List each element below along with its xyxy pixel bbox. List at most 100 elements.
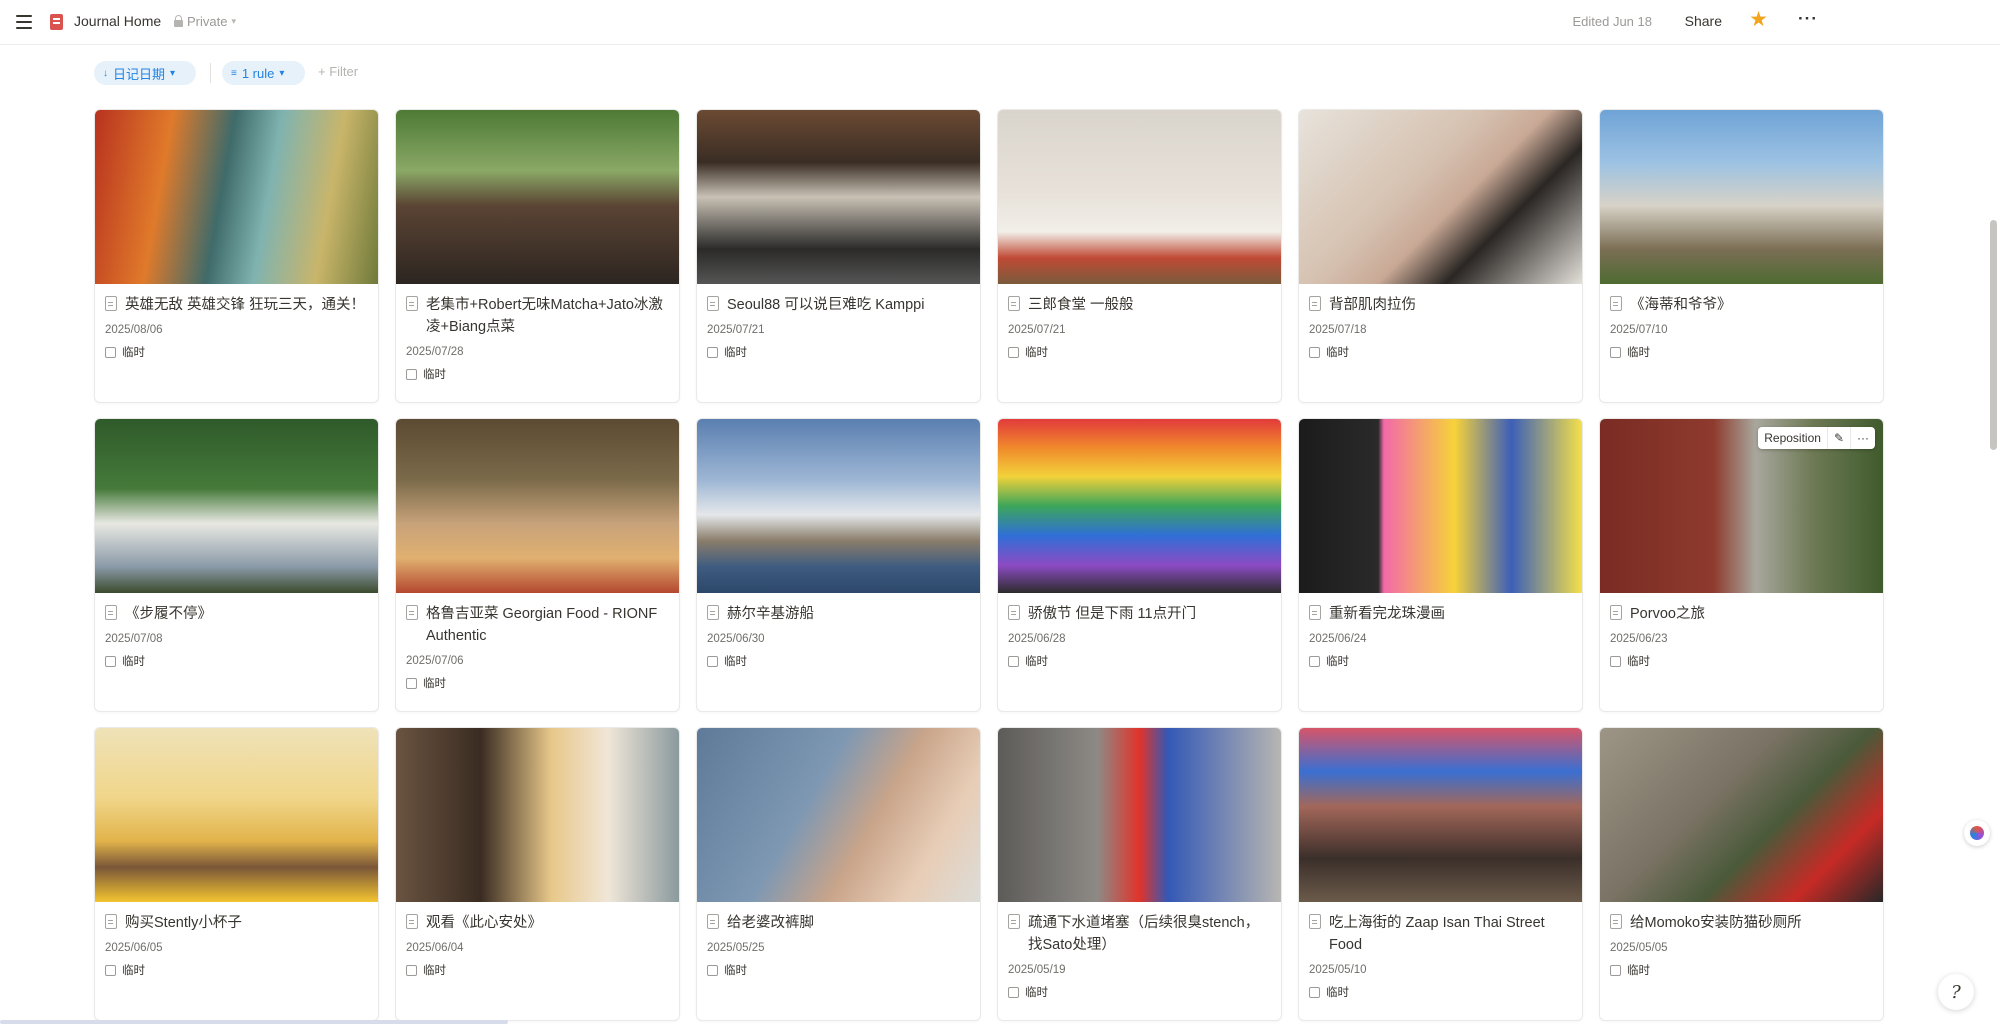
card-date: 2025/05/05	[1610, 942, 1668, 954]
temporary-checkbox[interactable]	[406, 368, 417, 380]
temporary-checkbox[interactable]	[105, 655, 116, 667]
temporary-checkbox[interactable]	[707, 346, 718, 358]
card-cover-image	[697, 419, 980, 593]
card-title: 《步履不停》	[125, 606, 212, 622]
card-date: 2025/07/21	[707, 324, 765, 336]
card-body: 给Momoko安装防猫砂厕所 2025/05/05 临时	[1600, 902, 1883, 978]
checkbox-label: 临时	[122, 656, 145, 668]
gallery-card[interactable]: 吃上海街的 Zaap Isan Thai Street Food 2025/05/…	[1298, 727, 1583, 1021]
filter-rule-chip[interactable]: ≡ 1 rule ▾	[222, 61, 305, 85]
page-document-icon	[707, 296, 719, 311]
card-date: 2025/07/08	[105, 633, 163, 645]
checkbox-label: 临时	[1025, 656, 1048, 668]
page-document-icon	[1309, 605, 1321, 620]
temporary-checkbox[interactable]	[1008, 986, 1019, 998]
privacy-label: Private	[187, 14, 228, 29]
temporary-checkbox[interactable]	[1309, 655, 1320, 667]
gallery-card[interactable]: 《步履不停》 2025/07/08 临时	[94, 418, 379, 712]
temporary-checkbox[interactable]	[1610, 964, 1621, 976]
hamburger-menu-icon[interactable]	[14, 12, 34, 32]
card-title-row: 《步履不停》	[105, 603, 368, 625]
card-cover-image	[1299, 110, 1582, 284]
card-date: 2025/07/21	[1008, 324, 1066, 336]
temporary-checkbox[interactable]	[1309, 346, 1320, 358]
card-date: 2025/06/23	[1610, 633, 1668, 645]
temporary-checkbox[interactable]	[707, 964, 718, 976]
gallery-card[interactable]: 老集市+Robert无味Matcha+Jato冰激凌+Biang点菜 2025/0…	[395, 109, 680, 403]
temporary-checkbox[interactable]	[1610, 655, 1621, 667]
more-options-icon[interactable]: ···	[1798, 9, 1818, 29]
card-cover-image	[697, 728, 980, 902]
privacy-selector[interactable]: Private ▾	[174, 14, 236, 29]
card-title-row: 赫尔辛基游船	[707, 603, 970, 625]
card-body: 骄傲节 但是下雨 11点开门 2025/06/28 临时	[998, 593, 1281, 669]
gallery-card[interactable]: 给老婆改裤脚 2025/05/25 临时	[696, 727, 981, 1021]
favorite-star-icon[interactable]: ★	[1749, 9, 1768, 30]
card-title-row: 给Momoko安装防猫砂厕所	[1610, 912, 1873, 934]
card-checkbox-row: 临时	[1610, 962, 1873, 978]
cover-toolbar: Reposition ✎ ···	[1758, 427, 1875, 449]
share-button[interactable]: Share	[1685, 13, 1722, 29]
gallery-card[interactable]: 英雄无敌 英雄交锋 狂玩三天，通关！ 2025/08/06 临时	[94, 109, 379, 403]
page-document-icon	[1008, 296, 1020, 311]
horizontal-scrollbar-thumb[interactable]	[0, 1020, 508, 1024]
page-document-icon	[1008, 605, 1020, 620]
gallery-card[interactable]: 《海蒂和爷爷》 2025/07/10 临时	[1599, 109, 1884, 403]
card-date: 2025/05/19	[1008, 964, 1066, 976]
page-document-icon	[105, 914, 117, 929]
temporary-checkbox[interactable]	[406, 964, 417, 976]
card-title: Porvoo之旅	[1630, 606, 1705, 622]
gallery-card[interactable]: 观看《此心安处》 2025/06/04 临时	[395, 727, 680, 1021]
gallery-card[interactable]: 疏通下水道堵塞（后续很臭stench，找Sato处理） 2025/05/19 临时	[997, 727, 1282, 1021]
temporary-checkbox[interactable]	[406, 677, 417, 689]
card-title: 老集市+Robert无味Matcha+Jato冰激凌+Biang点菜	[426, 297, 663, 335]
checkbox-label: 临时	[1326, 347, 1349, 359]
cover-more-icon[interactable]: ···	[1851, 427, 1875, 449]
card-checkbox-row: 临时	[406, 675, 669, 691]
gallery-card[interactable]: 背部肌肉拉伤 2025/07/18 临时	[1298, 109, 1583, 403]
page-document-icon	[707, 605, 719, 620]
lock-icon	[174, 15, 183, 27]
temporary-checkbox[interactable]	[1610, 346, 1621, 358]
breadcrumb-page-title[interactable]: Journal Home	[74, 13, 161, 29]
temporary-checkbox[interactable]	[1008, 346, 1019, 358]
gallery-card[interactable]: Seoul88 可以说巨难吃 Kamppi 2025/07/21 临时	[696, 109, 981, 403]
temporary-checkbox[interactable]	[1008, 655, 1019, 667]
ai-assistant-icon[interactable]	[1964, 820, 1990, 846]
gallery-card[interactable]: 给Momoko安装防猫砂厕所 2025/05/05 临时	[1599, 727, 1884, 1021]
card-date: 2025/06/04	[406, 942, 464, 954]
card-body: 吃上海街的 Zaap Isan Thai Street Food 2025/05/…	[1299, 902, 1582, 1000]
reposition-button[interactable]: Reposition	[1758, 427, 1828, 449]
temporary-checkbox[interactable]	[707, 655, 718, 667]
card-date: 2025/06/28	[1008, 633, 1066, 645]
gallery-card[interactable]: 三郎食堂 一般般 2025/07/21 临时	[997, 109, 1282, 403]
gallery-card[interactable]: Reposition ✎ ··· Porvoo之旅 2025/06/23 临时	[1599, 418, 1884, 712]
card-checkbox-row: 临时	[406, 962, 669, 978]
card-checkbox-row: 临时	[1610, 344, 1873, 360]
edit-pencil-icon[interactable]: ✎	[1828, 427, 1851, 449]
temporary-checkbox[interactable]	[105, 964, 116, 976]
checkbox-label: 临时	[122, 347, 145, 359]
temporary-checkbox[interactable]	[105, 346, 116, 358]
card-checkbox-row: 临时	[105, 344, 368, 360]
gallery-card[interactable]: 格鲁吉亚菜 Georgian Food - RIONF Authentic 202…	[395, 418, 680, 712]
checkbox-label: 临时	[423, 965, 446, 977]
card-checkbox-row: 临时	[105, 962, 368, 978]
temporary-checkbox[interactable]	[1309, 986, 1320, 998]
card-body: 三郎食堂 一般般 2025/07/21 临时	[998, 284, 1281, 360]
card-body: 给老婆改裤脚 2025/05/25 临时	[697, 902, 980, 978]
notion-ai-button[interactable]: ?	[1938, 974, 1974, 1010]
vertical-scrollbar[interactable]	[1986, 45, 2000, 1024]
checkbox-label: 临时	[724, 347, 747, 359]
vertical-scrollbar-thumb[interactable]	[1990, 220, 1997, 450]
gallery-card[interactable]: 赫尔辛基游船 2025/06/30 临时	[696, 418, 981, 712]
add-filter-button[interactable]: + Filter	[318, 64, 358, 79]
card-body: 《海蒂和爷爷》 2025/07/10 临时	[1600, 284, 1883, 360]
gallery-card[interactable]: 重新看完龙珠漫画 2025/06/24 临时	[1298, 418, 1583, 712]
gallery-card[interactable]: 购买Stently小杯子 2025/06/05 临时	[94, 727, 379, 1021]
card-cover-image	[95, 110, 378, 284]
sort-chip[interactable]: ↓ 日记日期 ▾	[94, 61, 196, 85]
card-date: 2025/06/24	[1309, 633, 1367, 645]
gallery-card[interactable]: 骄傲节 但是下雨 11点开门 2025/06/28 临时	[997, 418, 1282, 712]
checkbox-label: 临时	[423, 369, 446, 381]
